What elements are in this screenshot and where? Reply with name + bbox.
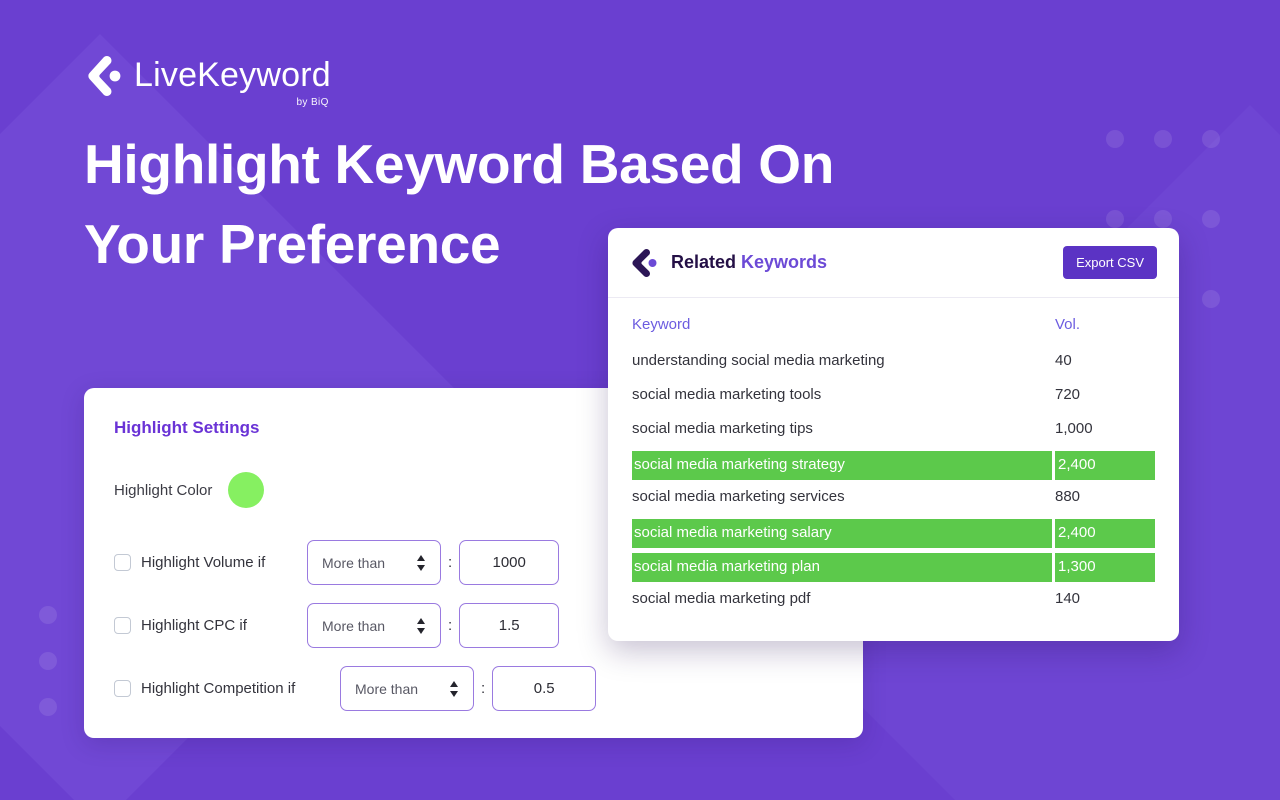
checkbox-highlight-volume[interactable] (114, 554, 131, 571)
cell-keyword: social media marketing salary (632, 519, 1052, 548)
operator-select-volume[interactable]: More than (307, 540, 441, 585)
related-keywords-title-accent: Keywords (741, 252, 828, 272)
checkbox-highlight-cpc[interactable] (114, 617, 131, 634)
related-keywords-header: Related Keywords Export CSV (608, 228, 1179, 298)
value-input-cpc[interactable]: 1.5 (459, 603, 560, 648)
chevron-left-dot-icon (88, 55, 121, 97)
cell-volume: 2,400 (1055, 451, 1155, 480)
cell-keyword: social media marketing tips (632, 420, 813, 437)
cell-keyword: social media marketing plan (632, 553, 1052, 582)
value-input-volume[interactable]: 1000 (459, 540, 560, 585)
chevron-up-down-icon (417, 617, 425, 634)
cell-volume: 1,000 (1055, 420, 1093, 437)
column-header-keyword: Keyword (632, 316, 691, 333)
table-row[interactable]: social media marketing tips 1,000 (632, 417, 1155, 441)
cell-volume: 140 (1055, 590, 1081, 607)
operator-select-volume-value: More than (322, 554, 386, 571)
related-keywords-title-primary: Related (671, 252, 742, 272)
checkbox-highlight-competition[interactable] (114, 680, 131, 697)
brand-name: LiveKeyword (134, 56, 331, 94)
related-keywords-title: Related Keywords (671, 252, 827, 273)
cell-volume: 40 (1055, 352, 1072, 369)
chevron-up-down-icon (417, 554, 425, 571)
brand-logo: LiveKeyword by BiQ (84, 54, 331, 108)
column-header-volume: Vol. (1055, 316, 1081, 333)
table-row[interactable]: social media marketing services 880 (632, 485, 1155, 509)
cell-volume: 2,400 (1055, 519, 1155, 548)
table-row[interactable]: social media marketing tools 720 (632, 383, 1155, 407)
table-row[interactable]: social media marketing pdf 140 (632, 587, 1155, 611)
label-highlight-competition: Highlight Competition if (141, 680, 296, 697)
cell-keyword: social media marketing pdf (632, 590, 811, 607)
promo-banner: LiveKeyword by BiQ Highlight Keyword Bas… (0, 0, 1280, 800)
label-highlight-cpc: Highlight CPC if (141, 617, 247, 634)
operator-select-competition-value: More than (355, 680, 419, 697)
cell-keyword: social media marketing tools (632, 386, 822, 403)
brand-byline: by BiQ (296, 97, 329, 108)
table-row[interactable]: understanding social media marketing 40 (632, 349, 1155, 373)
highlight-color-label: Highlight Color (114, 481, 213, 499)
cell-keyword: social media marketing strategy (632, 451, 1052, 480)
decorative-dot-column (39, 606, 57, 744)
cell-volume: 720 (1055, 386, 1081, 403)
keywords-table: Keyword Vol. understanding social media … (608, 298, 1179, 611)
separator-volume: : (448, 554, 453, 571)
separator-competition: : (481, 680, 486, 697)
related-keywords-card: Related Keywords Export CSV Keyword Vol.… (608, 228, 1179, 641)
cell-keyword: understanding social media marketing (632, 352, 885, 369)
cell-volume: 1,300 (1055, 553, 1155, 582)
chevron-up-down-icon (450, 680, 458, 697)
table-row-highlighted[interactable]: social media marketing plan 1,300 (632, 553, 1155, 582)
cell-volume: 880 (1055, 488, 1081, 505)
operator-select-competition[interactable]: More than (340, 666, 474, 711)
label-highlight-volume: Highlight Volume if (141, 554, 266, 571)
operator-select-cpc-value: More than (322, 617, 386, 634)
operator-select-cpc[interactable]: More than (307, 603, 441, 648)
value-input-competition[interactable]: 0.5 (492, 666, 597, 711)
condition-row-competition: Highlight Competition if More than : 0.5 (114, 666, 863, 711)
export-csv-button[interactable]: Export CSV (1063, 246, 1157, 279)
highlight-color-swatch[interactable] (228, 472, 265, 508)
keywords-table-header: Keyword Vol. (632, 316, 1155, 349)
chevron-left-dot-icon (632, 248, 657, 277)
cell-keyword: social media marketing services (632, 488, 845, 505)
separator-cpc: : (448, 617, 453, 634)
table-row-highlighted[interactable]: social media marketing strategy 2,400 (632, 451, 1155, 480)
table-row-highlighted[interactable]: social media marketing salary 2,400 (632, 519, 1155, 548)
